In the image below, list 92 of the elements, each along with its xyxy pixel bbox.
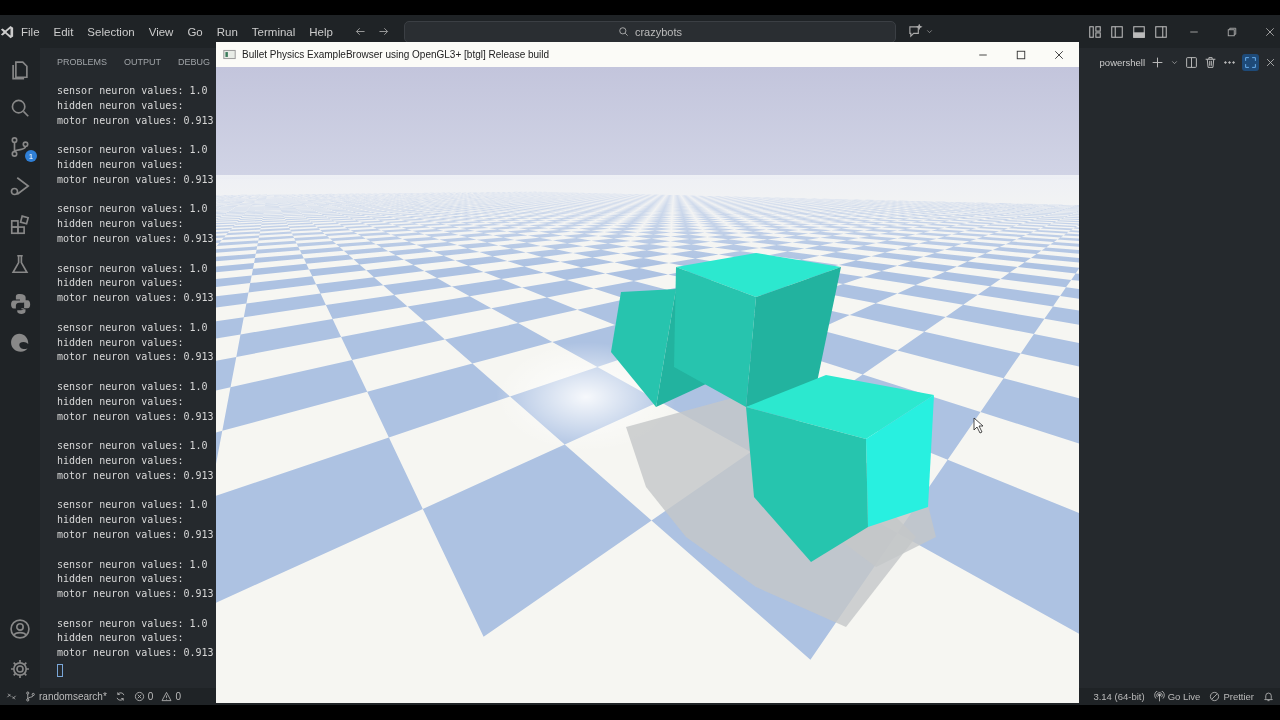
- terminal-line: hidden neuron values:: [57, 572, 185, 587]
- terminal-line: sensor neuron values: 1.0: [57, 379, 209, 394]
- terminal-line: motor neuron values: 0.913: [57, 468, 215, 483]
- extensions-icon[interactable]: [9, 214, 31, 236]
- menu-item[interactable]: Help: [302, 25, 340, 38]
- menu-item[interactable]: Terminal: [244, 25, 303, 38]
- trash-icon[interactable]: [1204, 55, 1217, 69]
- terminal-line: hidden neuron values:: [57, 98, 185, 113]
- split-terminal-icon[interactable]: [1185, 55, 1198, 69]
- search-icon[interactable]: [9, 97, 31, 119]
- terminal-line: hidden neuron values:: [57, 217, 185, 232]
- back-arrow-icon[interactable]: [353, 25, 367, 38]
- account-icon[interactable]: [9, 618, 31, 640]
- menu-item[interactable]: Edit: [46, 25, 81, 38]
- close-icon[interactable]: [1265, 56, 1276, 68]
- run-debug-icon[interactable]: [9, 175, 31, 197]
- notification-badge: 1: [25, 150, 37, 162]
- terminal-line: hidden neuron values:: [57, 394, 185, 409]
- remote-icon[interactable]: [6, 691, 17, 702]
- close-icon[interactable]: [1053, 48, 1065, 61]
- plus-icon[interactable]: [1151, 55, 1164, 69]
- terminal-line: sensor neuron values: 1.0: [57, 320, 209, 335]
- menu-item[interactable]: View: [141, 25, 181, 38]
- edge-swirl-icon[interactable]: [9, 331, 31, 353]
- blocked-icon: [1209, 691, 1221, 702]
- search-icon: [617, 26, 629, 37]
- menu-item[interactable]: Selection: [80, 25, 142, 38]
- terminal-line: sensor neuron values: 1.0: [57, 439, 209, 454]
- terminal-line: hidden neuron values:: [57, 631, 185, 646]
- layout-customize-icon[interactable]: [1088, 24, 1102, 39]
- bell-icon[interactable]: [1263, 691, 1274, 702]
- explorer-files-icon[interactable]: [9, 58, 31, 80]
- app-window-icon: [223, 48, 236, 61]
- terminal-line: hidden neuron values:: [57, 335, 185, 350]
- terminal-line: sensor neuron values: 1.0: [57, 498, 209, 513]
- branch-status[interactable]: randomsearch*: [25, 691, 107, 702]
- sync-icon[interactable]: [114, 691, 126, 702]
- maximize-icon: [1244, 55, 1257, 69]
- terminal-name[interactable]: powershell: [1099, 56, 1145, 68]
- terminal-line: sensor neuron values: 1.0: [57, 616, 209, 631]
- panel-tab[interactable]: DEBUG: [178, 57, 211, 67]
- prettier-status[interactable]: Prettier: [1209, 691, 1254, 702]
- terminal-line: hidden neuron values:: [57, 158, 185, 172]
- terminal-line: sensor neuron values: 1.0: [57, 557, 209, 572]
- forward-arrow-icon[interactable]: [376, 25, 390, 38]
- terminal-line: motor neuron values: 0.913: [57, 231, 215, 246]
- terminal-line: motor neuron values: 0.913: [57, 172, 215, 187]
- menu-item[interactable]: Run: [209, 25, 245, 38]
- warning-icon: [161, 691, 173, 702]
- panel-tab[interactable]: PROBLEMS: [57, 57, 107, 67]
- maximize-icon[interactable]: [1015, 48, 1027, 61]
- go-live-status[interactable]: Go Live: [1153, 691, 1201, 702]
- terminal-line: sensor neuron values: 1.0: [57, 143, 209, 158]
- terminal-line: motor neuron values: 0.913: [57, 409, 215, 424]
- terminal-line: motor neuron values: 0.913: [57, 291, 215, 306]
- terminal-line: hidden neuron values:: [57, 276, 185, 291]
- settings-icon[interactable]: [9, 658, 31, 680]
- broadcast-icon: [1153, 691, 1165, 702]
- python-version[interactable]: 3.14 (64-bit): [1093, 691, 1145, 702]
- error-count[interactable]: 0: [133, 691, 154, 702]
- mouse-cursor-icon: [973, 417, 984, 434]
- primary-sidebar-icon[interactable]: [1110, 24, 1124, 39]
- chat-sparkle-icon[interactable]: [907, 24, 923, 39]
- terminal-line: hidden neuron values:: [57, 453, 185, 468]
- git-branch-icon: [25, 691, 36, 702]
- restore-icon[interactable]: [1226, 25, 1238, 38]
- terminal-line: hidden neuron values:: [57, 513, 185, 528]
- terminal-line: motor neuron values: 0.913: [57, 646, 215, 661]
- terminal-cursor: [57, 663, 63, 677]
- close-icon[interactable]: [1264, 25, 1276, 38]
- terminal-line: motor neuron values: 0.913: [57, 587, 215, 602]
- terminal-line: sensor neuron values: 1.0: [57, 261, 209, 276]
- python-icon[interactable]: [9, 292, 31, 314]
- panel-tab[interactable]: OUTPUT: [124, 57, 161, 67]
- terminal-line: motor neuron values: 0.913: [57, 113, 215, 128]
- terminal-line: motor neuron values: 0.913: [57, 350, 215, 365]
- menu-item[interactable]: File: [14, 25, 47, 38]
- warning-count[interactable]: 0: [161, 691, 181, 702]
- panel-toggle-icon[interactable]: [1132, 24, 1146, 39]
- menu-item[interactable]: Go: [180, 25, 210, 38]
- window-title: Bullet Physics ExampleBrowser using OpenGL3+ [btgl] Release build: [242, 49, 550, 60]
- search-field[interactable]: crazybots: [403, 20, 896, 43]
- error-icon: [133, 691, 145, 702]
- source-control-icon[interactable]: [9, 136, 31, 158]
- terminal-line: motor neuron values: 0.913: [57, 527, 215, 542]
- terminal-line: sensor neuron values: 1.0: [57, 84, 209, 98]
- maximize-panel-button[interactable]: [1242, 53, 1259, 71]
- secondary-sidebar-icon[interactable]: [1154, 24, 1168, 39]
- flask-icon[interactable]: [9, 253, 31, 275]
- terminal-line: sensor neuron values: 1.0: [57, 202, 209, 217]
- chevron-down-icon[interactable]: [924, 27, 934, 36]
- vscode-logo-icon: [0, 24, 14, 39]
